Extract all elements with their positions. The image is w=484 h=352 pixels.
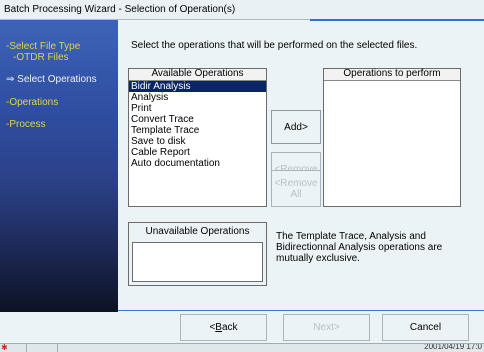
step-sublabel: -OTDR Files [13,52,69,63]
list-item[interactable]: Auto documentation [129,158,266,169]
remove-all-label-line2: All [290,188,302,200]
back-button-label: <Back [209,322,238,333]
window-title: Batch Processing Wizard - Selection of O… [4,4,236,15]
list-item[interactable]: Save to disk [129,136,266,147]
step-process: -Process [6,119,46,130]
operations-to-perform-header: Operations to perform [324,69,460,81]
list-item[interactable]: Analysis [129,92,266,103]
step-label: -Select File Type [6,41,81,52]
step-operations: -Operations [6,97,59,108]
available-operations-header: Available Operations [129,69,266,81]
operations-to-perform-list[interactable]: Operations to perform [323,68,461,207]
wizard-window: Batch Processing Wizard - Selection of O… [0,0,484,352]
list-item[interactable]: Template Trace [129,125,266,136]
instruction-text: Select the operations that will be perfo… [131,40,418,51]
list-item[interactable]: Convert Trace [129,114,266,125]
unavailable-operations-label: Unavailable Operations [145,226,250,237]
cancel-button[interactable]: Cancel [382,314,469,341]
footer-divider [118,310,484,311]
next-button[interactable]: Next> [283,314,370,341]
list-item[interactable]: Cable Report [129,147,266,158]
title-accent-line [310,19,484,21]
list-item[interactable]: Bidir Analysis [129,81,266,92]
unavailable-operations-group: Unavailable Operations [128,222,267,286]
status-datetime: 2001/04/19 17:0 [424,343,482,351]
unavailable-operations-list[interactable] [132,242,263,282]
step-select-file-type: -Select File Type -OTDR Files [6,41,80,63]
remove-all-button[interactable]: <Remove All [271,170,321,207]
list-item[interactable]: Print [129,103,266,114]
remove-all-label-line1: <Remove [274,177,318,189]
wizard-steps-sidebar: -Select File Type -OTDR Files ⇒ Select O… [0,20,118,312]
step-select-operations: ⇒ Select Operations [6,74,97,85]
available-operations-list[interactable]: Available Operations Bidir Analysis Anal… [128,68,267,207]
add-button[interactable]: Add> [271,110,321,144]
title-bar: Batch Processing Wizard - Selection of O… [0,0,484,21]
back-button[interactable]: <Back [180,314,267,341]
exclusivity-note: The Template Trace, Analysis and Bidirec… [276,231,443,264]
